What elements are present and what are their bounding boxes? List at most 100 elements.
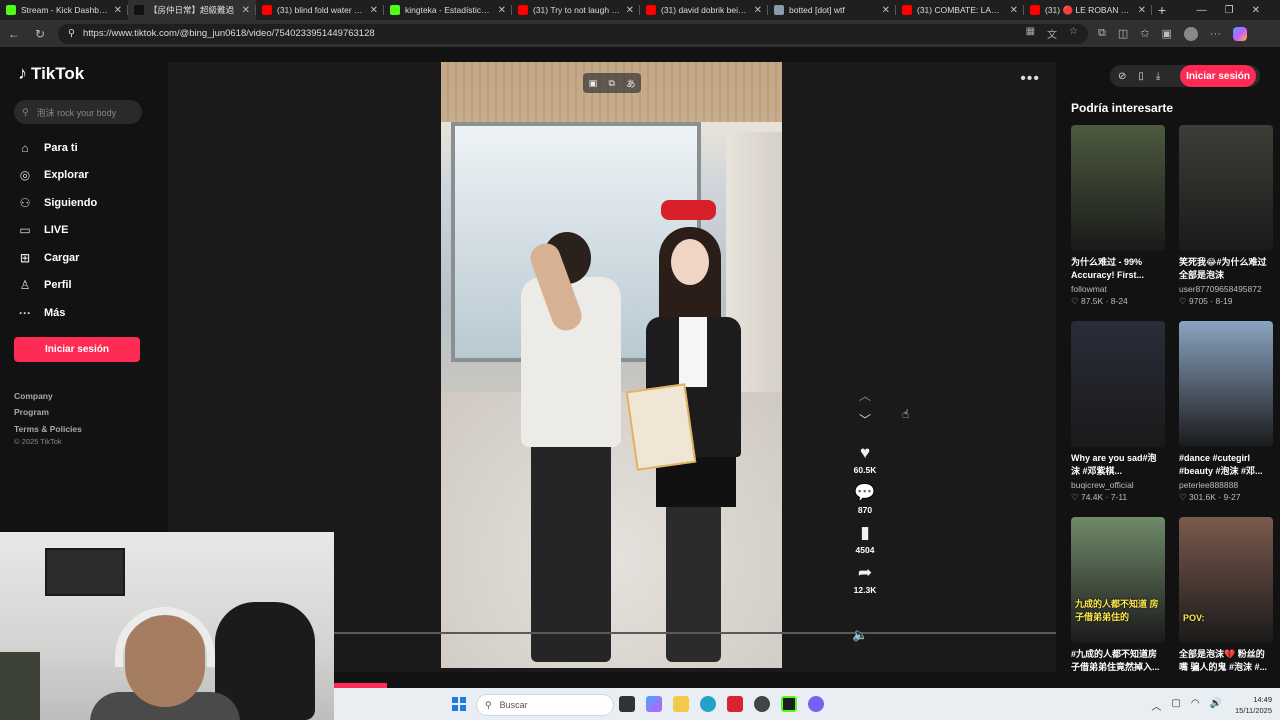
video-thumbnail[interactable] [1179,321,1273,447]
tab-close-icon[interactable]: ✕ [754,5,762,16]
url-field[interactable]: ⚲ https://www.tiktok.com/@bing_jun0618/v… [58,23,1088,44]
browser-tab[interactable]: botted [dot] wtf ✕ [768,0,896,20]
favorites-icon[interactable]: ✩ [1140,27,1149,40]
like-button[interactable]: ♥ 60.5K [854,443,877,475]
back-icon[interactable]: ← [6,27,22,41]
maximize-icon[interactable]: ❐ [1225,5,1234,16]
tab-close-icon[interactable]: ✕ [498,5,506,16]
previous-video-icon[interactable]: ︿ [859,387,871,411]
comment-button[interactable]: 💬 870 [854,483,875,515]
tab-close-icon[interactable]: ✕ [242,5,250,16]
site-info-icon[interactable]: ⚲ [68,28,75,39]
browser-tab[interactable]: (31) COMBATE: LAS CHICA ✕ [896,0,1024,20]
picture-in-picture-icon[interactable]: ▣ [589,78,598,89]
close-window-icon[interactable]: ✕ [1252,5,1260,16]
footer-link[interactable]: Program [14,404,154,421]
recommended-video-card[interactable]: 九成的人都不知道 房子借弟弟住的 #九成的人都不知道房子借弟弟住竟然掉入... [1071,517,1165,674]
sidebar-item-upload[interactable]: ⊞ Cargar [14,244,154,272]
card-title[interactable]: 笑死我😂#为什么难过全部是泡沫 [1179,256,1273,282]
video-player[interactable]: ▣ ⧉ あ [441,62,782,668]
translate-video-icon[interactable]: あ [626,77,635,90]
recommended-video-card[interactable]: 笑死我😂#为什么难过全部是泡沫 user87709658495872 ♡ 9705 … [1179,125,1273,307]
sidebar-item-following[interactable]: ⚇ Siguiendo [14,189,154,217]
video-thumbnail[interactable] [1071,125,1165,251]
tab-close-icon[interactable]: ✕ [1138,5,1146,16]
video-progress-bar[interactable] [334,632,1056,634]
card-username[interactable]: user87709658495872 [1179,284,1273,294]
browser-tab[interactable]: kingteka - Estadísticas de ✕ [384,0,512,20]
file-explorer-icon[interactable] [673,696,689,712]
translate-icon[interactable]: 文 [1047,26,1057,41]
split-screen-icon[interactable]: ◫ [1118,27,1128,40]
tab-close-icon[interactable]: ✕ [882,5,890,16]
browser-tab[interactable]: 【房仲日常】超級難過 ✕ [128,0,256,20]
tab-close-icon[interactable]: ✕ [1010,5,1018,16]
visual-search-icon[interactable]: ⧉ [609,78,615,89]
card-title[interactable]: 为什么难过 - 99% Accuracy! First... [1071,256,1165,282]
volume-icon[interactable]: 🔈 [852,627,868,643]
wifi-icon[interactable]: ◠ [1191,698,1200,713]
recommended-video-card[interactable]: #dance #cutegirl #beauty #泡沫 #邓... peterl… [1179,321,1273,503]
sidebar-item-compass[interactable]: ◎ Explorar [14,162,154,190]
extensions-icon[interactable]: ⧉ [1098,27,1106,40]
browser-tab[interactable]: (31) 🔴 LE ROBAN SU CEL ✕ [1024,0,1152,20]
download-icon[interactable]: ⤓ [1156,71,1160,82]
recommended-video-card[interactable]: 为什么难过 - 99% Accuracy! First... followmat ♡… [1071,125,1165,307]
recommended-video-card[interactable]: POV: 全部是泡沫💔 粉丝的嘴 骗人的鬼 #泡沫 #... [1179,517,1273,674]
obs-icon[interactable] [754,696,770,712]
recommended-video-card[interactable]: Why are you sad#泡沫 #邓紫棋... buqicrew_offic… [1071,321,1165,503]
card-title[interactable]: #dance #cutegirl #beauty #泡沫 #邓... [1179,452,1273,478]
video-thumbnail[interactable]: POV: [1179,517,1273,643]
profile-avatar-icon[interactable] [1183,26,1198,41]
card-title[interactable]: #九成的人都不知道房子借弟弟住竟然掉入... [1071,648,1165,674]
reload-icon[interactable]: ↻ [32,27,48,41]
browser-tab[interactable]: Stream - Kick Dashboard ✕ [0,0,128,20]
wps-office-icon[interactable] [727,696,743,712]
collections-icon[interactable]: ▣ [1161,27,1171,40]
tray-chevron-icon[interactable]: ︿ [1151,698,1161,713]
card-username[interactable]: buqicrew_official [1071,480,1165,490]
card-username[interactable]: peterlee888888 [1179,480,1273,490]
tab-close-icon[interactable]: ✕ [626,5,634,16]
coins-icon[interactable]: ⊘ [1118,71,1126,82]
share-button[interactable]: ➦ 12.3K [854,563,877,595]
get-app-icon[interactable]: ▯ [1138,71,1144,82]
taskbar-clock[interactable]: 14:49 15/11/2025 [1235,694,1272,716]
sidebar-item-profile[interactable]: ♙ Perfil [14,272,154,300]
video-thumbnail[interactable] [1071,321,1165,447]
browser-tab[interactable]: (31) Try to not laugh ballo ✕ [512,0,640,20]
tiktok-logo[interactable]: ♪ TikTok [18,63,154,84]
speaker-icon[interactable]: 🔊 [1210,698,1222,713]
video-thumbnail[interactable] [1179,125,1273,251]
card-username[interactable]: followmat [1071,284,1165,294]
discord-icon[interactable] [808,696,824,712]
new-tab-button[interactable]: + [1152,2,1172,18]
favorite-star-icon[interactable]: ☆ [1069,26,1078,41]
next-video-icon[interactable]: ﹀ [859,411,871,435]
footer-link[interactable]: Terms & Policies [14,421,154,438]
apps-icon[interactable]: ▦ [1026,26,1035,41]
search-input[interactable]: ⚲ 泡沫 rock your body [14,100,142,124]
card-title[interactable]: 全部是泡沫💔 粉丝的嘴 骗人的鬼 #泡沫 #... [1179,648,1273,674]
edge-browser-icon[interactable] [700,696,716,712]
header-login-button[interactable]: Iniciar sesión [1180,65,1256,87]
login-button[interactable]: Iniciar sesión [14,336,140,362]
save-button[interactable]: ▮ 4504 [856,523,875,555]
copilot-app-icon[interactable] [646,696,662,712]
browser-tab[interactable]: (31) david dobrik being a ✕ [640,0,768,20]
video-thumbnail[interactable]: 九成的人都不知道 房子借弟弟住的 [1071,517,1165,643]
windows-start-icon[interactable] [452,697,466,711]
settings-menu-icon[interactable]: ··· [1210,28,1221,40]
footer-link[interactable]: Company [14,388,154,405]
minimize-icon[interactable]: — [1197,5,1207,16]
tab-close-icon[interactable]: ✕ [370,5,378,16]
copilot-icon[interactable] [1232,26,1247,41]
browser-tab[interactable]: (31) blind fold water bottle ✕ [256,0,384,20]
sidebar-item-more[interactable]: ··· Más [14,299,154,327]
more-options-icon[interactable]: ••• [1020,70,1040,88]
taskbar-search[interactable]: ⚲ Buscar [476,694,614,716]
sidebar-item-home[interactable]: ⌂ Para ti [14,134,154,162]
card-title[interactable]: Why are you sad#泡沫 #邓紫棋... [1071,452,1165,478]
task-view-icon[interactable] [619,696,635,712]
sidebar-item-live[interactable]: ▭ LIVE [14,217,154,245]
